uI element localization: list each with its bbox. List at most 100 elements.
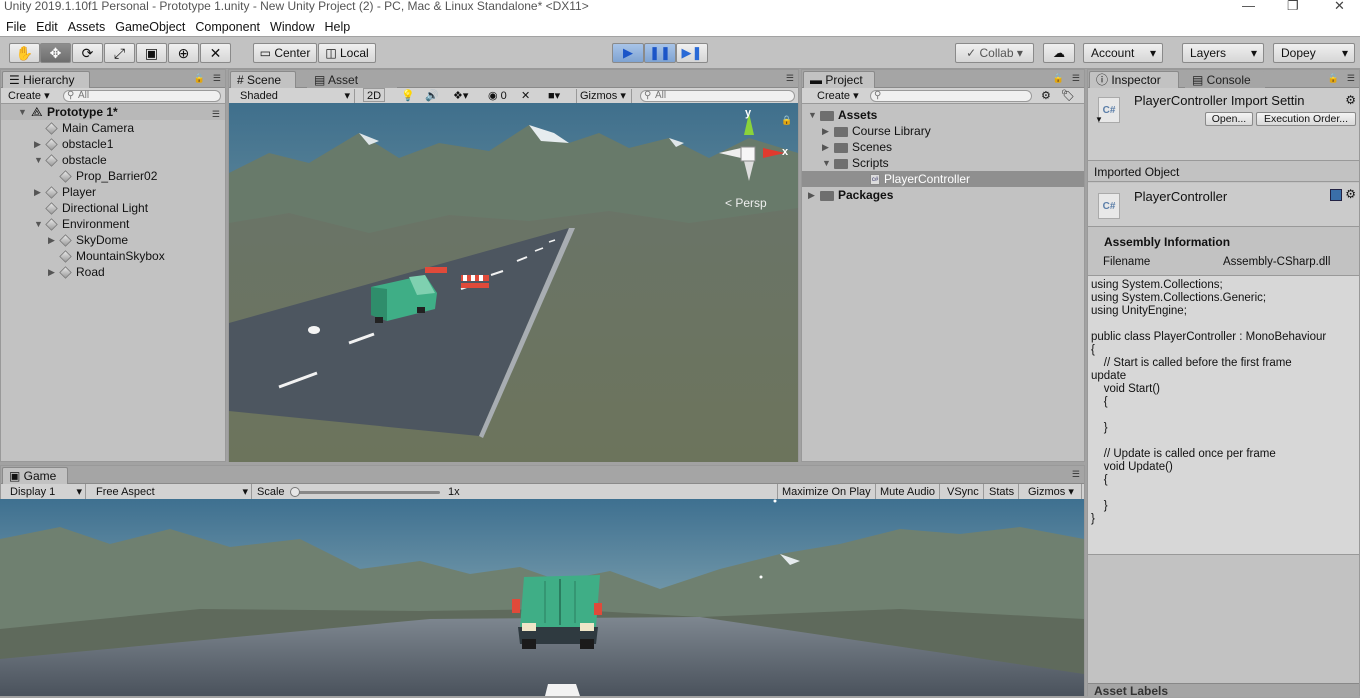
project-item[interactable]: ▼ Assets [802,107,1084,123]
scale-tool-button[interactable]: ⤢ [104,43,135,63]
hierarchy-item[interactable]: MountainSkybox [1,248,225,264]
execution-order-button[interactable]: Execution Order... [1256,112,1356,126]
collapsed-arrow-icon[interactable]: ▶ [822,123,829,139]
hierarchy-item[interactable]: ▶ Player [1,184,225,200]
maximize-on-play-toggle[interactable]: Maximize On Play [777,484,876,500]
menu-file[interactable]: File [0,18,30,36]
filter-label-icon[interactable]: 🏷 [1058,89,1078,103]
pause-button[interactable]: ❚❚ [644,43,676,63]
menu-edit[interactable]: Edit [30,18,62,36]
project-search-input[interactable]: ⚲ [870,90,1032,102]
hand-tool-button[interactable]: ✋ [9,43,40,63]
game-viewport[interactable] [0,499,1084,696]
filter-type-icon[interactable]: ⚙ [1038,89,1054,103]
panel-menu-icon[interactable]: ☰ [1072,469,1080,480]
tab-console[interactable]: ▤ Console [1185,71,1265,88]
collapsed-arrow-icon[interactable]: ▶ [34,136,41,152]
hierarchy-item[interactable]: ▶ obstacle1 [1,136,225,152]
lock-icon[interactable]: 🔒 [781,115,792,126]
display-dropdown[interactable]: Display 1 ▾ [6,484,86,500]
menu-component[interactable]: Component [189,18,264,36]
project-item[interactable]: ▶ Packages [802,187,1084,203]
hierarchy-search-input[interactable]: ⚲ All [63,90,221,102]
create-dropdown[interactable]: Create ▾ [5,89,53,103]
project-item[interactable]: ▶ Scenes [802,139,1084,155]
close-button[interactable]: ✕ [1334,0,1345,12]
vsync-toggle[interactable]: VSync [943,484,984,500]
persp-label[interactable]: < Persp [725,196,767,210]
project-item[interactable]: ▶ Course Library [802,123,1084,139]
hierarchy-item[interactable]: ▼ Environment [1,216,225,232]
collapsed-arrow-icon[interactable]: ▶ [822,139,829,155]
expanded-arrow-icon[interactable]: ▼ [34,216,43,232]
2d-toggle[interactable]: 2D [363,88,385,102]
settings-gear-icon[interactable]: ⚙ [1345,93,1356,107]
open-button[interactable]: Open... [1205,112,1253,126]
audio-toggle-icon[interactable]: 🔊 [422,89,442,103]
gizmos-dropdown[interactable]: Gizmos ▾ [576,89,632,103]
asset-labels-header[interactable]: Asset Labels [1088,683,1359,698]
menu-help[interactable]: Help [318,18,354,36]
collapsed-arrow-icon[interactable]: ▶ [34,184,41,200]
effects-dropdown-icon[interactable]: ❖▾ [450,89,471,103]
mute-audio-toggle[interactable]: Mute Audio [876,484,941,500]
play-button[interactable]: ▶ [612,43,644,63]
move-tool-button[interactable]: ✥ [40,43,71,63]
hierarchy-item[interactable]: ▼ obstacle [1,152,225,168]
shading-dropdown[interactable]: Shaded ▾ [237,89,355,103]
project-item[interactable]: ▼ Scripts [802,155,1084,171]
expanded-arrow-icon[interactable]: ▼ [822,155,831,171]
scene-viewport[interactable]: y x 🔒 < Persp [229,103,798,462]
rect-tool-button[interactable]: ▣ [136,43,167,63]
lock-icon[interactable]: 🔒 [194,73,205,84]
custom-tool-button[interactable]: ✕ [200,43,231,63]
transform-tool-button[interactable]: ⊕ [168,43,199,63]
menu-window[interactable]: Window [264,18,318,36]
menu-assets[interactable]: Assets [62,18,110,36]
project-item[interactable]: c# PlayerController [802,171,1084,187]
minimize-button[interactable]: — [1242,0,1255,12]
aspect-dropdown[interactable]: Free Aspect ▾ [92,484,252,500]
scale-slider-handle[interactable] [290,487,300,497]
panel-menu-icon[interactable]: ☰ [1072,73,1080,84]
help-book-icon[interactable] [1330,189,1342,201]
pivot-center-button[interactable]: ▭ Center [253,43,317,63]
stats-toggle[interactable]: Stats [985,484,1020,500]
game-gizmos-dropdown[interactable]: Gizmos ▾ [1024,484,1082,500]
hidden-objects-toggle[interactable]: ◉ 0 [485,89,510,103]
collapsed-arrow-icon[interactable]: ▶ [808,187,815,203]
expanded-arrow-icon[interactable]: ▼ [808,107,817,123]
settings-gear-icon[interactable]: ⚙ [1345,187,1356,201]
hierarchy-item[interactable]: ▶ Road [1,264,225,280]
tab-game[interactable]: ▣ Game [2,467,68,484]
foldout-arrow-icon[interactable]: ▼ [1095,115,1103,124]
layout-dropdown[interactable]: Dopey ▾ [1273,43,1355,63]
tools-toggle-icon[interactable]: ✕ [518,89,533,103]
collapsed-arrow-icon[interactable]: ▶ [48,232,55,248]
scene-root-row[interactable]: ▼ ⟁ Prototype 1* ☰ [1,104,225,120]
hierarchy-item[interactable]: Main Camera [1,120,225,136]
collab-button[interactable]: ✓ Collab ▾ [955,43,1034,63]
tab-scene[interactable]: # Scene [230,71,296,88]
pivot-local-button[interactable]: ◫ Local [318,43,376,63]
layers-dropdown[interactable]: Layers ▾ [1182,43,1264,63]
collapsed-arrow-icon[interactable]: ▶ [48,264,55,280]
tab-asset-store[interactable]: ▤ Asset Store [307,71,397,103]
menu-gameobject[interactable]: GameObject [109,18,189,36]
scale-slider[interactable] [290,487,440,497]
panel-menu-icon[interactable]: ☰ [213,73,221,84]
tab-inspector[interactable]: ⓘ Inspector [1089,71,1179,88]
cloud-button[interactable]: ☁ [1043,43,1075,63]
hierarchy-item[interactable]: Directional Light [1,200,225,216]
account-dropdown[interactable]: Account ▾ [1083,43,1163,63]
panel-menu-icon[interactable]: ☰ [786,73,794,84]
tab-hierarchy[interactable]: ☰ Hierarchy [2,71,90,88]
step-button[interactable]: ▶❚ [676,43,708,63]
tab-project[interactable]: ▬ Project [803,71,875,88]
hierarchy-item[interactable]: Prop_Barrier02 [1,168,225,184]
camera-dropdown-icon[interactable]: ■▾ [545,89,563,103]
rotate-tool-button[interactable]: ⟳ [72,43,103,63]
lighting-toggle-icon[interactable]: 💡 [398,89,418,103]
expanded-arrow-icon[interactable]: ▼ [34,152,43,168]
panel-menu-icon[interactable]: ☰ [1347,73,1355,84]
